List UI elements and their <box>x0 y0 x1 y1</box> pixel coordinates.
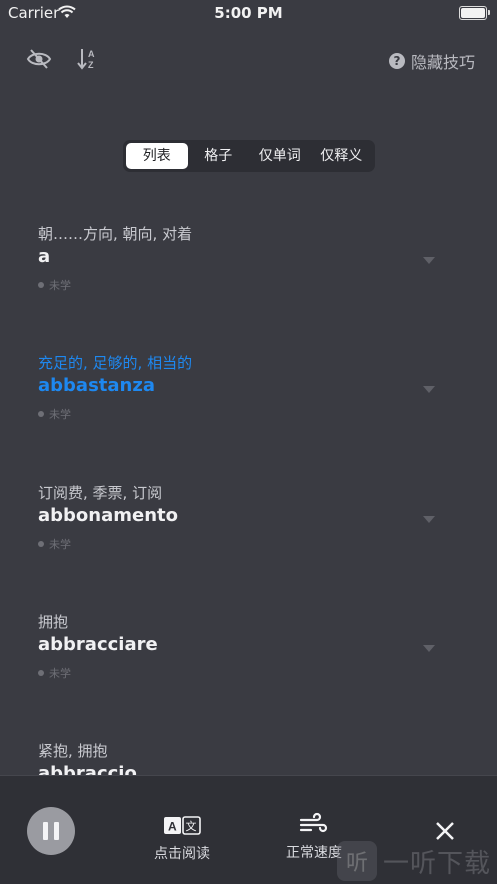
svg-text:Z: Z <box>88 60 94 70</box>
status-dot <box>38 670 44 676</box>
word-meaning: 紧抱, 拥抱 <box>38 742 108 760</box>
segment-words-only[interactable]: 仅单词 <box>249 143 311 169</box>
hide-tips-button[interactable]: ? 隐藏技巧 <box>388 49 475 73</box>
segment-grid[interactable]: 格子 <box>188 143 250 169</box>
word-list-item[interactable]: 订阅费, 季票, 订阅 abbonamento 未学 <box>38 482 448 552</box>
view-mode-segmented-control: 列表 格子 仅单词 仅释义 <box>123 140 375 172</box>
watermark-logo: 听 <box>337 841 377 881</box>
hide-tips-label: 隐藏技巧 <box>410 53 475 72</box>
word-text: abbastanza <box>38 375 155 396</box>
learn-status: 未学 <box>38 665 448 681</box>
wind-speed-icon <box>299 812 328 833</box>
close-icon[interactable] <box>434 820 456 842</box>
status-bar: Carrier 5:00 PM <box>0 0 497 26</box>
svg-text:A: A <box>168 820 177 834</box>
watermark: 听 一听下载 <box>337 841 491 881</box>
status-label: 未学 <box>49 538 71 551</box>
status-dot <box>38 282 44 288</box>
word-meaning: 朝……方向, 朝向, 对着 <box>38 225 193 243</box>
chevron-down-icon[interactable] <box>423 257 435 264</box>
tap-to-read-button[interactable]: A 文 点击阅读 <box>150 815 214 863</box>
word-text: abbonamento <box>38 505 178 526</box>
speed-label: 正常速度 <box>286 845 342 861</box>
watermark-text: 一听下载 <box>383 848 492 879</box>
word-text: abbracciare <box>38 634 158 655</box>
word-meaning: 充足的, 足够的, 相当的 <box>38 354 193 372</box>
word-list-item[interactable]: 充足的, 足够的, 相当的 abbastanza 未学 <box>38 352 448 422</box>
chevron-down-icon[interactable] <box>423 645 435 652</box>
learn-status: 未学 <box>38 277 448 293</box>
tap-to-read-label: 点击阅读 <box>154 846 210 862</box>
translate-icon: A 文 <box>164 816 201 835</box>
chevron-down-icon[interactable] <box>423 386 435 393</box>
svg-text:A: A <box>88 49 95 59</box>
word-list-item[interactable]: 拥抱 abbracciare 未学 <box>38 611 448 681</box>
status-dot <box>38 411 44 417</box>
sort-az-icon[interactable]: A Z <box>77 47 99 71</box>
segment-meanings-only[interactable]: 仅释义 <box>311 143 373 169</box>
clock: 5:00 PM <box>214 4 283 22</box>
pause-button[interactable] <box>27 807 75 855</box>
hide-eye-icon[interactable] <box>26 48 52 70</box>
chevron-down-icon[interactable] <box>423 516 435 523</box>
battery-icon <box>459 6 490 20</box>
word-text: a <box>38 246 51 267</box>
status-label: 未学 <box>49 408 71 421</box>
word-meaning: 订阅费, 季票, 订阅 <box>38 484 163 502</box>
word-list-item[interactable]: 朝……方向, 朝向, 对着 a 未学 <box>38 223 448 293</box>
learn-status: 未学 <box>38 406 448 422</box>
learn-status: 未学 <box>38 536 448 552</box>
status-label: 未学 <box>49 279 71 292</box>
pause-icon-bar <box>54 822 59 840</box>
svg-text:文: 文 <box>186 819 197 833</box>
status-dot <box>38 541 44 547</box>
segment-list[interactable]: 列表 <box>126 143 188 169</box>
question-circle-icon: ? <box>388 53 405 69</box>
pause-icon <box>43 822 48 840</box>
status-label: 未学 <box>49 667 71 680</box>
word-meaning: 拥抱 <box>38 613 69 631</box>
